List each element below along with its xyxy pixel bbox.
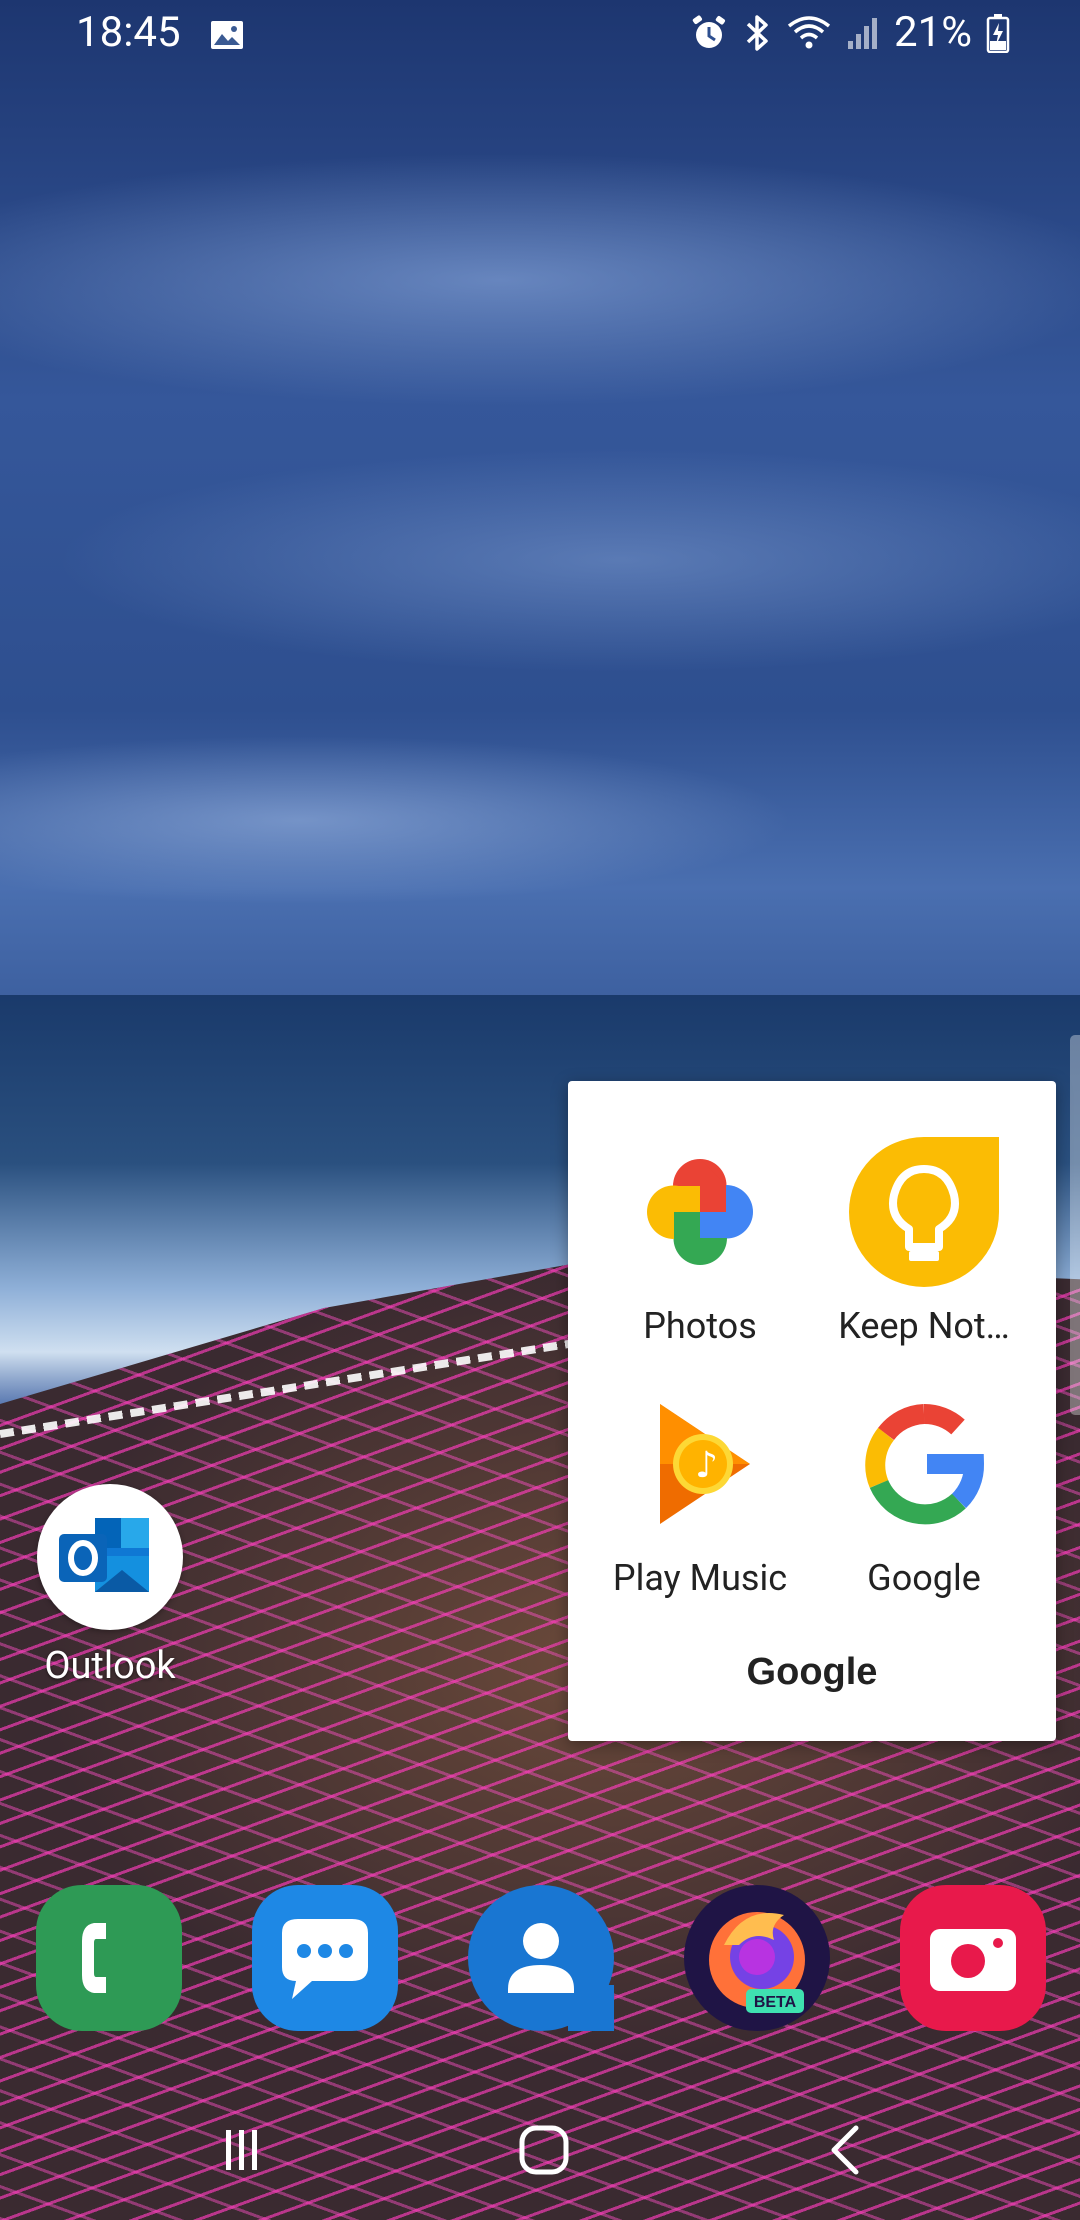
signal-icon (848, 17, 878, 49)
beta-badge: BETA (754, 1994, 797, 2011)
folder-app-label: Photos (643, 1305, 757, 1347)
folder-app-label: Play Music (612, 1557, 788, 1599)
status-icons: 21% (690, 8, 1010, 57)
google-photos-icon (625, 1137, 775, 1287)
phone-icon[interactable] (36, 1885, 182, 2031)
google-keep-icon (849, 1137, 999, 1287)
recents-icon (226, 2130, 257, 2170)
messages-icon[interactable] (252, 1885, 398, 2031)
dock: BETA (0, 1885, 1080, 2035)
google-folder-popup: Photos Keep Not… ♪ Play Music Google Goo… (568, 1081, 1056, 1741)
home-button[interactable] (504, 2110, 584, 2190)
alarm-icon (692, 14, 726, 48)
firefox-beta-icon[interactable]: BETA (684, 1885, 830, 2031)
camera-icon[interactable] (900, 1885, 1046, 2031)
home-app-label: Outlook (44, 1644, 176, 1688)
edge-panel-handle[interactable] (1070, 1035, 1080, 1415)
back-icon (831, 2125, 859, 2175)
folder-app-keep[interactable]: Keep Not… (814, 1137, 1034, 1347)
play-music-icon: ♪ (625, 1389, 775, 1539)
wifi-icon (787, 15, 831, 48)
navigation-bar (0, 2110, 1080, 2190)
home-app-outlook[interactable]: Outlook (30, 1484, 190, 1688)
folder-app-label: Keep Not… (838, 1305, 1010, 1347)
battery-charging-icon (986, 13, 1010, 53)
bluetooth-icon (746, 14, 768, 51)
back-button[interactable] (806, 2110, 886, 2190)
contacts-icon[interactable] (468, 1885, 614, 2031)
svg-text:♪: ♪ (695, 1445, 718, 1486)
gallery-icon (211, 21, 243, 49)
status-bar: 18:45 21% (0, 0, 1080, 74)
folder-app-play-music[interactable]: ♪ Play Music (590, 1389, 810, 1599)
folder-app-photos[interactable]: Photos (590, 1137, 810, 1347)
folder-app-google[interactable]: Google (814, 1389, 1034, 1599)
folder-title[interactable]: Google (568, 1651, 1056, 1694)
status-time: 18:45 (76, 8, 181, 57)
outlook-icon (37, 1484, 183, 1630)
home-icon (519, 2125, 569, 2175)
battery-percent: 21% (894, 8, 972, 57)
folder-app-label: Google (867, 1557, 981, 1599)
google-icon (849, 1389, 999, 1539)
recents-button[interactable] (202, 2110, 282, 2190)
